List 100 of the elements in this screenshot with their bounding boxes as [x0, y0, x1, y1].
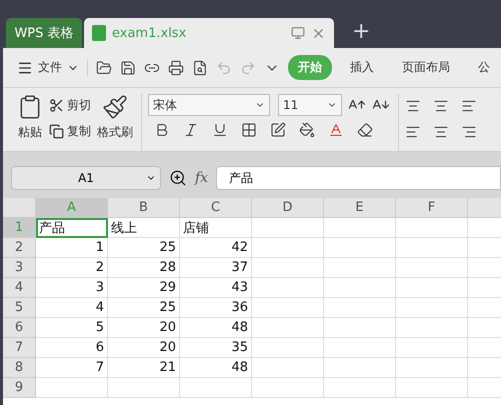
- table-cell: [36, 378, 108, 398]
- table-cell: 48: [180, 318, 252, 338]
- row-header[interactable]: 5: [3, 298, 36, 318]
- table-cell: [396, 358, 468, 378]
- table-cell: [252, 358, 324, 378]
- table-cell: [396, 318, 468, 338]
- table-cell: 6: [36, 338, 108, 358]
- formula-field[interactable]: 产品: [216, 166, 501, 190]
- monitor-icon[interactable]: [291, 26, 305, 40]
- row-header[interactable]: 4: [3, 278, 36, 298]
- ribbon-tab[interactable]: 插入: [340, 55, 384, 80]
- table-cell: 25: [108, 238, 180, 258]
- copy-button[interactable]: 复制: [49, 120, 91, 142]
- table-cell: [324, 318, 396, 338]
- table-cell: 20: [108, 338, 180, 358]
- table-cell: [396, 258, 468, 278]
- table-cell: [396, 218, 468, 238]
- row-header[interactable]: 9: [3, 378, 36, 398]
- table-cell: [252, 378, 324, 398]
- format-painter-icon[interactable]: [102, 94, 128, 120]
- table-cell: 20: [108, 318, 180, 338]
- table-cell: [180, 378, 252, 398]
- table-cell: [252, 238, 324, 258]
- table-cell: [324, 218, 396, 238]
- table-cell: [252, 278, 324, 298]
- column-header[interactable]: C: [180, 198, 252, 218]
- column-header[interactable]: F: [396, 198, 468, 218]
- table-cell: 5: [36, 318, 108, 338]
- eraser-icon[interactable]: [357, 122, 373, 138]
- ribbon-tab[interactable]: 页面布局: [392, 55, 460, 80]
- copy-icon: [49, 124, 64, 138]
- row-header[interactable]: 6: [3, 318, 36, 338]
- column-header[interactable]: E: [324, 198, 396, 218]
- table-cell: [108, 378, 180, 398]
- font-size-select[interactable]: 11: [278, 94, 342, 116]
- row-header[interactable]: 3: [3, 258, 36, 278]
- table-cell: [324, 378, 396, 398]
- table-cell: [252, 258, 324, 278]
- ribbon-tab[interactable]: 公: [468, 55, 500, 80]
- scissors-icon: [49, 98, 64, 112]
- table-cell: [252, 298, 324, 318]
- table-cell: [324, 278, 396, 298]
- table-cell: 21: [108, 358, 180, 378]
- table-cell: 29: [108, 278, 180, 298]
- fill-color-icon[interactable]: [299, 122, 315, 138]
- row-header[interactable]: 7: [3, 338, 36, 358]
- table-cell: [324, 338, 396, 358]
- table-cell: 4: [36, 298, 108, 318]
- table-cell: [396, 278, 468, 298]
- table-cell: 37: [180, 258, 252, 278]
- table-cell: [252, 318, 324, 338]
- table-cell: 产品: [36, 218, 108, 238]
- table-cell: 35: [180, 338, 252, 358]
- table-cell: [396, 298, 468, 318]
- table-cell: [324, 258, 396, 278]
- spreadsheet-icon: [92, 25, 106, 41]
- column-header[interactable]: B: [108, 198, 180, 218]
- new-tab-button[interactable]: +: [352, 19, 370, 48]
- table-cell: [252, 338, 324, 358]
- table-cell: 7: [36, 358, 108, 378]
- folder-icon[interactable]: [96, 60, 112, 76]
- table-cell: 线上: [108, 218, 180, 238]
- table-cell: 店铺: [180, 218, 252, 238]
- file-menu[interactable]: 文件: [17, 59, 88, 76]
- align-right-icon[interactable]: [461, 124, 477, 140]
- document-title: exam1.xlsx: [112, 26, 188, 40]
- preview-icon[interactable]: [192, 60, 208, 76]
- table-cell: 25: [108, 298, 180, 318]
- app-tab[interactable]: WPS 表格: [6, 18, 82, 48]
- table-cell: [324, 238, 396, 258]
- table-cell: 42: [180, 238, 252, 258]
- underline-icon[interactable]: [212, 122, 228, 138]
- paste-button[interactable]: 粘贴: [18, 124, 42, 141]
- table-cell: [396, 338, 468, 358]
- table-cell: 28: [108, 258, 180, 278]
- table-cell: [252, 218, 324, 238]
- table-cell: [396, 378, 468, 398]
- search-icon[interactable]: [169, 169, 187, 187]
- table-cell: 36: [180, 298, 252, 318]
- name-box[interactable]: A1: [11, 166, 161, 190]
- font-color-icon[interactable]: [328, 122, 344, 138]
- table-cell: 3: [36, 278, 108, 298]
- align-left-icon[interactable]: [405, 124, 421, 140]
- cut-button[interactable]: 剪切: [49, 94, 91, 116]
- table-cell: 48: [180, 358, 252, 378]
- print-icon[interactable]: [168, 60, 184, 76]
- row-header[interactable]: 2: [3, 238, 36, 258]
- font-select[interactable]: 宋体: [148, 94, 270, 116]
- column-header[interactable]: D: [252, 198, 324, 218]
- border-icon[interactable]: [241, 122, 257, 138]
- table-cell: [324, 358, 396, 378]
- format-painter-button[interactable]: 格式刷: [97, 124, 133, 141]
- italic-icon[interactable]: [183, 122, 199, 138]
- table-cell: 2: [36, 258, 108, 278]
- row-header[interactable]: 8: [3, 358, 36, 378]
- align-center-icon[interactable]: [433, 124, 449, 140]
- save-icon[interactable]: [120, 60, 136, 76]
- table-cell: [324, 298, 396, 318]
- function-label[interactable]: fx: [195, 170, 208, 186]
- menu-icon: [17, 60, 33, 76]
